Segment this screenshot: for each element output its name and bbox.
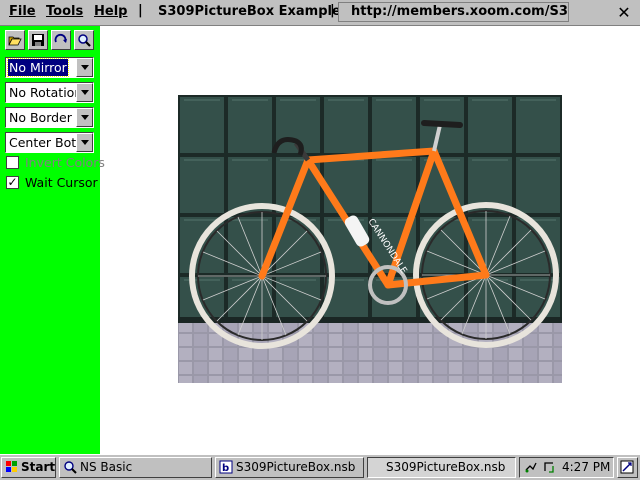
menu-help[interactable]: Help (94, 4, 127, 19)
center-select[interactable]: Center Both (5, 132, 94, 153)
wait-cursor-checkbox[interactable]: ✓ Wait Cursor (6, 175, 100, 191)
open-button[interactable] (5, 30, 25, 50)
window-title: S309PictureBox Example (158, 4, 341, 19)
nsb-file-icon: b (219, 460, 233, 474)
windows-logo-icon (6, 461, 17, 472)
file-label: S309PictureBox.nsb (236, 460, 356, 474)
mirror-select-value: No Mirror (7, 58, 69, 77)
system-tray: 4:27 PM (519, 457, 614, 478)
picture-box: CANNONDALE (178, 95, 562, 383)
magnifier-icon (78, 34, 91, 47)
sync-icon[interactable] (542, 460, 556, 474)
active-window-label: S309PictureBox.nsb (386, 460, 506, 474)
clock: 4:27 PM (562, 460, 611, 474)
desktop-button[interactable] (617, 457, 638, 478)
url-label: http://members.xoom.com/S309 (338, 2, 569, 22)
network-icon[interactable] (524, 460, 538, 474)
taskbar: Start NS Basic b S309PictureBox.nsb S309… (0, 454, 640, 480)
menu-tools[interactable]: Tools (46, 4, 83, 19)
center-select-value: Center Both (9, 135, 85, 150)
taskbar-file[interactable]: b S309PictureBox.nsb (215, 457, 364, 478)
rotation-select-value: No Rotation (9, 85, 83, 100)
desktop-icon (620, 460, 634, 474)
options-panel: No Mirror No Rotation No Border Center B… (0, 26, 105, 454)
zoom-button[interactable] (74, 30, 94, 50)
menu-separator: | (138, 3, 143, 18)
menu-file[interactable]: File (9, 4, 36, 19)
mirror-select[interactable]: No Mirror (5, 57, 94, 78)
ns-basic-label: NS Basic (80, 460, 133, 474)
wait-cursor-box[interactable]: ✓ (6, 176, 19, 189)
border-select[interactable]: No Border (5, 107, 94, 128)
bicycle-photo: CANNONDALE (178, 95, 562, 383)
close-button[interactable]: ✕ (612, 2, 636, 23)
border-select-value: No Border (9, 110, 72, 125)
taskbar-ns-basic[interactable]: NS Basic (59, 457, 212, 478)
start-button[interactable]: Start (1, 457, 56, 478)
invert-colors-label: Invert Colors (25, 155, 105, 170)
chevron-down-icon[interactable] (76, 108, 93, 127)
menu-separator: | (330, 3, 335, 18)
ns-basic-icon (64, 461, 77, 474)
invert-colors-checkbox[interactable]: Invert Colors (6, 155, 105, 171)
save-disk-icon (32, 34, 44, 46)
open-folder-icon (8, 36, 22, 46)
invert-colors-box[interactable] (6, 156, 19, 169)
wait-cursor-label: Wait Cursor (25, 175, 98, 190)
save-button[interactable] (28, 30, 48, 50)
chevron-down-icon[interactable] (76, 133, 93, 152)
taskbar-active-window[interactable]: S309PictureBox.nsb (367, 457, 516, 478)
svg-text:b: b (222, 463, 229, 474)
chevron-down-icon[interactable] (76, 58, 93, 77)
refresh-button[interactable] (51, 30, 71, 50)
rotation-select[interactable]: No Rotation (5, 82, 94, 103)
refresh-icon (54, 34, 67, 43)
start-label: Start (21, 460, 56, 474)
chevron-down-icon[interactable] (76, 83, 93, 102)
menu-bar: File Tools Help | S309PictureBox Example… (0, 0, 640, 26)
